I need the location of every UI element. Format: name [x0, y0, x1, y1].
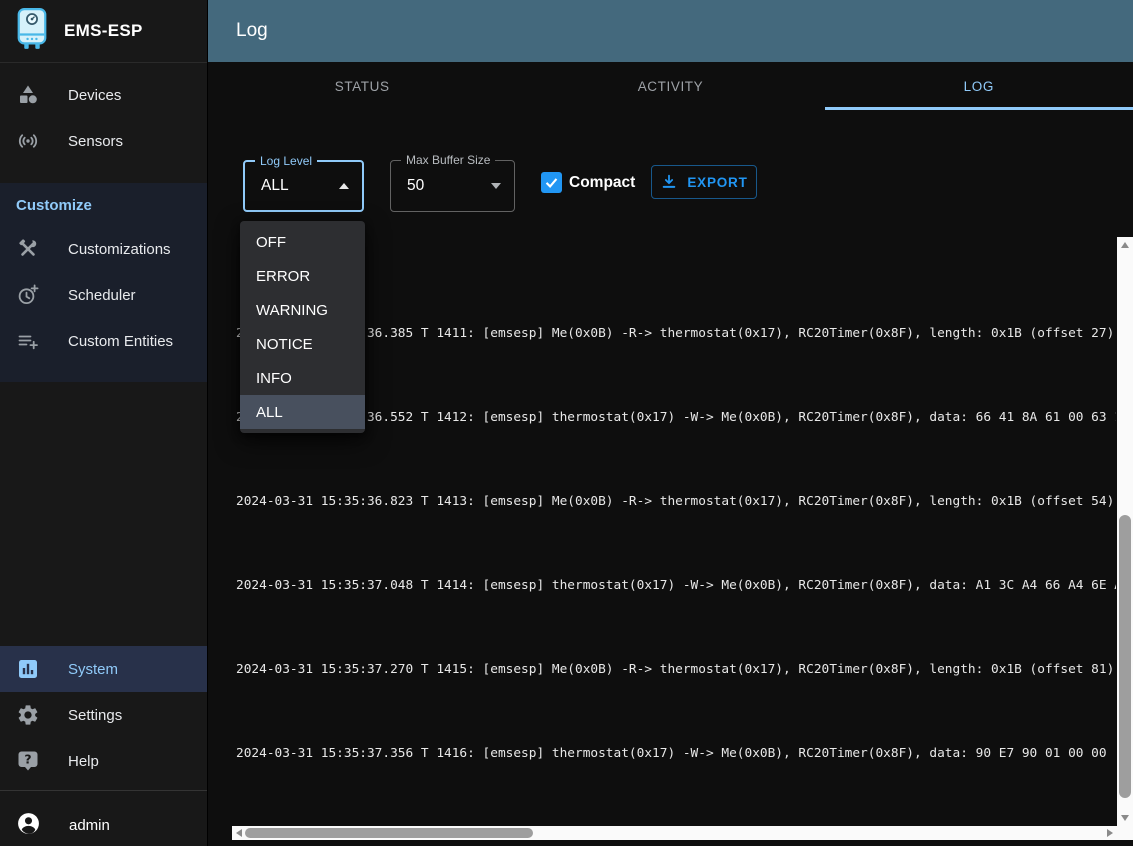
customize-section: Customize Customizations — [0, 183, 207, 382]
sidebar-item-scheduler[interactable]: Scheduler — [0, 272, 207, 318]
max-buffer-size-select[interactable]: Max Buffer Size 50 — [390, 160, 515, 212]
log-line: 2024-03-31 15:35:37.048 T 1414: [emsesp]… — [236, 575, 1116, 596]
checkmark-icon — [543, 174, 560, 191]
chevron-down-icon — [491, 183, 501, 189]
log-level-label: Log Level — [255, 154, 317, 168]
sidebar-item-help[interactable]: ? Help — [0, 738, 207, 784]
sidebar-item-label: System — [68, 661, 118, 678]
sidebar-item-label: Scheduler — [68, 287, 136, 304]
sidebar: EMS-ESP Devices — [0, 0, 208, 846]
sidebar-item-devices[interactable]: Devices — [0, 72, 207, 118]
sidebar-item-settings[interactable]: Settings — [0, 692, 207, 738]
sidebar-item-custom-entities[interactable]: Custom Entities — [0, 318, 207, 364]
export-label: EXPORT — [687, 175, 747, 190]
sidebar-item-label: Help — [68, 753, 99, 770]
horizontal-scrollbar-thumb[interactable] — [245, 828, 533, 838]
log-level-menu: OFF ERROR WARNING NOTICE INFO ALL — [240, 221, 365, 433]
signed-in-user[interactable]: admin — [0, 791, 207, 846]
page-title: Log — [236, 20, 268, 42]
sidebar-item-system[interactable]: System — [0, 646, 207, 692]
compact-label[interactable]: Compact — [569, 172, 635, 193]
log-level-option[interactable]: WARNING — [240, 293, 365, 327]
tab-bar: STATUS ACTIVITY LOG — [208, 62, 1133, 110]
sidebar-nav: Devices Sensors Customize — [0, 63, 207, 784]
tab-log[interactable]: LOG — [825, 62, 1133, 110]
log-level-option[interactable]: ERROR — [240, 259, 365, 293]
sidebar-item-label: Settings — [68, 707, 122, 724]
tools-icon — [16, 237, 40, 261]
help-icon: ? — [16, 749, 40, 773]
username: admin — [69, 817, 110, 834]
scroll-left-arrow[interactable] — [236, 829, 242, 837]
sidebar-item-sensors[interactable]: Sensors — [0, 118, 207, 164]
export-button[interactable]: EXPORT — [651, 165, 757, 199]
log-output: 2024-03-31 15:35:36.385 T 1411: [emsesp]… — [236, 239, 1116, 826]
sidebar-item-label: Sensors — [68, 133, 123, 150]
log-line: 2024-03-31 15:35:37.356 T 1416: [emsesp]… — [236, 743, 1116, 764]
log-level-option[interactable]: ALL — [240, 395, 365, 429]
ems-esp-app: EMS-ESP Devices — [0, 0, 1133, 846]
appbar: Log — [208, 0, 1133, 62]
log-level-option[interactable]: INFO — [240, 361, 365, 395]
log-level-select[interactable]: Log Level ALL — [243, 160, 364, 212]
horizontal-scrollbar[interactable] — [232, 826, 1117, 840]
sidebar-item-customizations[interactable]: Customizations — [0, 226, 207, 272]
boiler-logo-icon — [14, 8, 50, 55]
app-title: EMS-ESP — [64, 21, 143, 41]
compact-checkbox[interactable] — [541, 172, 562, 193]
devices-icon — [16, 83, 40, 107]
log-panel: 2024-03-31 15:35:36.385 T 1411: [emsesp]… — [232, 237, 1133, 840]
scrollbar-corner — [1117, 826, 1133, 840]
log-line: 2024-03-31 15:35:36.552 T 1412: [emsesp]… — [236, 407, 1116, 428]
bar-chart-icon — [16, 657, 40, 681]
download-icon — [660, 173, 678, 191]
tab-status[interactable]: STATUS — [208, 62, 516, 110]
max-buffer-size-value: 50 — [407, 177, 424, 195]
customize-section-header: Customize — [0, 183, 207, 226]
sidebar-item-label: Customizations — [68, 241, 171, 258]
app-logo-row: EMS-ESP — [0, 0, 207, 63]
tab-activity[interactable]: ACTIVITY — [516, 62, 824, 110]
list-plus-icon — [16, 329, 40, 353]
sidebar-spacer — [0, 382, 207, 646]
gear-icon — [16, 703, 40, 727]
log-line: 2024-03-31 15:35:36.385 T 1411: [emsesp]… — [236, 323, 1116, 344]
clock-plus-icon — [16, 283, 40, 307]
sidebar-item-label: Custom Entities — [68, 333, 173, 350]
log-line: 2024-03-31 15:35:36.823 T 1413: [emsesp]… — [236, 491, 1116, 512]
scroll-right-arrow[interactable] — [1107, 829, 1113, 837]
vertical-scrollbar-thumb[interactable] — [1119, 515, 1131, 798]
scroll-up-arrow[interactable] — [1121, 242, 1129, 248]
sensors-icon — [16, 129, 40, 153]
scroll-down-arrow[interactable] — [1121, 815, 1129, 821]
svg-text:?: ? — [24, 752, 31, 767]
log-level-value: ALL — [261, 177, 289, 195]
log-level-option[interactable]: NOTICE — [240, 327, 365, 361]
max-buffer-size-label: Max Buffer Size — [401, 153, 495, 167]
account-circle-icon — [16, 811, 41, 841]
chevron-up-icon — [339, 183, 349, 189]
sidebar-item-label: Devices — [68, 87, 121, 104]
log-controls: Log Level ALL Max Buffer Size 50 Compact — [208, 110, 1133, 237]
log-level-option[interactable]: OFF — [240, 225, 365, 259]
log-line: 2024-03-31 15:35:37.270 T 1415: [emsesp]… — [236, 659, 1116, 680]
vertical-scrollbar[interactable] — [1117, 237, 1133, 826]
